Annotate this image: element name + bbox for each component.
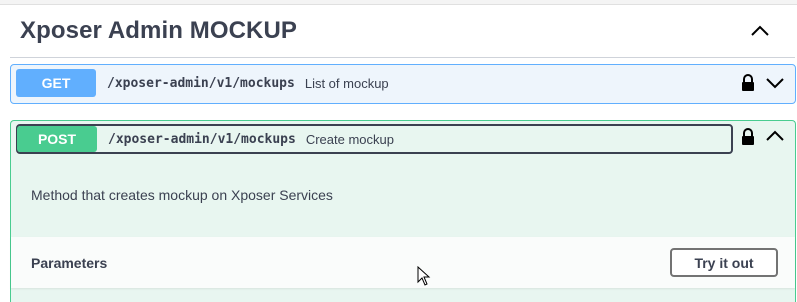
opblock-summary-get[interactable]: GET /xposer-admin/v1/mockups List of moc… [16,69,731,97]
operation-path: /xposer-admin/v1/mockups [107,75,295,91]
chevron-down-icon[interactable] [765,76,785,90]
lock-icon[interactable] [740,128,756,146]
lock-icon[interactable] [740,74,756,92]
section-title: Xposer Admin MOCKUP [20,17,298,44]
opblock-get-mockups: GET /xposer-admin/v1/mockups List of moc… [10,64,796,104]
section-collapse-button[interactable] [745,16,775,46]
parameters-title: Parameters [31,254,108,271]
try-it-out-button[interactable]: Try it out [670,248,778,277]
operation-path: /xposer-admin/v1/mockups [108,131,296,147]
chevron-up-icon [751,25,769,36]
operation-summary: Create mockup [305,131,394,147]
method-badge-post: POST [17,126,97,152]
method-badge-get: GET [16,69,96,97]
parameters-header: Parameters Try it out [11,237,795,288]
opblock-post-mockups: POST /xposer-admin/v1/mockups Create moc… [10,120,796,302]
operation-summary: List of mockup [304,75,389,91]
operation-description: Method that creates mockup on Xposer Ser… [31,187,333,203]
chevron-up-icon[interactable] [765,129,785,143]
mouse-cursor-icon [417,266,431,286]
tag-section-header[interactable]: Xposer Admin MOCKUP [10,5,795,58]
opblock-summary-post[interactable]: POST /xposer-admin/v1/mockups Create moc… [16,124,733,154]
